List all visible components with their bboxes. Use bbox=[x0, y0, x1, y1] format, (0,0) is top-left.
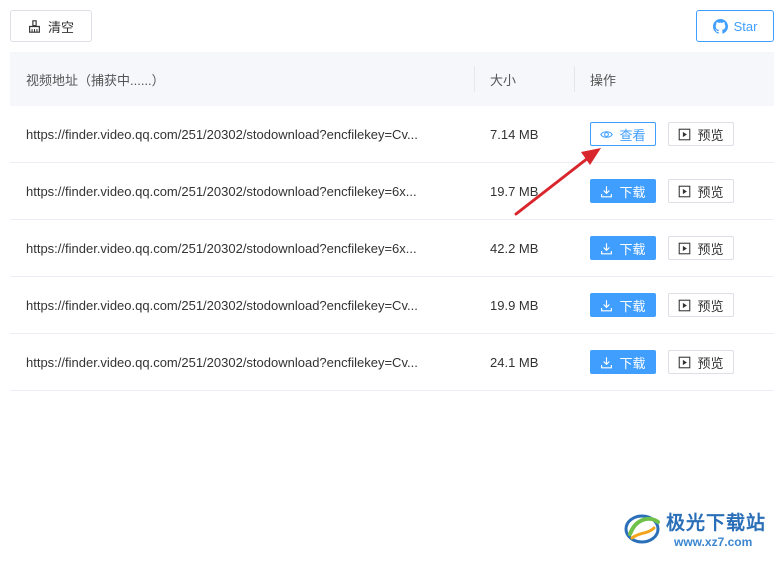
row-actions: 下载 预览 bbox=[574, 350, 774, 374]
table-header: 视频地址（捕获中......） 大小 操作 bbox=[10, 52, 774, 106]
table-row: https://finder.video.qq.com/251/20302/st… bbox=[10, 163, 774, 220]
play-square-icon bbox=[679, 185, 691, 197]
download-button-label: 下载 bbox=[619, 355, 646, 371]
preview-button-label: 预览 bbox=[697, 184, 724, 200]
download-button-label: 下载 bbox=[619, 241, 646, 257]
aurora-logo-icon bbox=[624, 514, 660, 544]
header-size: 大小 bbox=[474, 52, 574, 106]
row-actions: 查看 预览 bbox=[574, 122, 774, 146]
download-button[interactable]: 下载 bbox=[590, 236, 656, 260]
row-size: 19.7 MB bbox=[490, 183, 539, 199]
download-icon bbox=[601, 356, 613, 368]
site-watermark: 极光下载站 www.xz7.com bbox=[618, 504, 778, 556]
preview-button[interactable]: 预览 bbox=[668, 122, 734, 146]
eye-icon bbox=[600, 130, 614, 138]
download-button-label: 下载 bbox=[619, 298, 646, 314]
preview-button[interactable]: 预览 bbox=[668, 236, 734, 260]
preview-button-label: 预览 bbox=[697, 241, 724, 257]
star-button-label: Star bbox=[733, 18, 758, 34]
github-icon bbox=[712, 18, 728, 34]
preview-button[interactable]: 预览 bbox=[668, 179, 734, 203]
row-url: https://finder.video.qq.com/251/20302/st… bbox=[26, 240, 417, 256]
row-size: 7.14 MB bbox=[490, 126, 539, 142]
row-size: 42.2 MB bbox=[490, 240, 539, 256]
clear-button-label: 清空 bbox=[47, 19, 74, 35]
github-star-button[interactable]: Star bbox=[696, 10, 774, 42]
table-row: https://finder.video.qq.com/251/20302/st… bbox=[10, 277, 774, 334]
row-size: 19.9 MB bbox=[490, 297, 539, 313]
row-url: https://finder.video.qq.com/251/20302/st… bbox=[26, 354, 418, 370]
clear-button[interactable]: 清空 bbox=[10, 10, 92, 42]
row-size: 24.1 MB bbox=[490, 354, 539, 370]
header-actions: 操作 bbox=[574, 52, 774, 106]
row-actions: 下载 预览 bbox=[574, 293, 774, 317]
download-button[interactable]: 下载 bbox=[590, 179, 656, 203]
download-button[interactable]: 下载 bbox=[590, 293, 656, 317]
watermark-title: 极光下载站 bbox=[666, 513, 767, 534]
row-url: https://finder.video.qq.com/251/20302/st… bbox=[26, 126, 418, 142]
preview-button[interactable]: 预览 bbox=[668, 350, 734, 374]
preview-button-label: 预览 bbox=[697, 355, 724, 371]
download-icon bbox=[601, 242, 613, 254]
preview-button-label: 预览 bbox=[697, 127, 724, 143]
capture-table: 视频地址（捕获中......） 大小 操作 https://finder.vid… bbox=[10, 52, 774, 391]
preview-button-label: 预览 bbox=[697, 298, 724, 314]
play-square-icon bbox=[679, 128, 691, 140]
play-square-icon bbox=[679, 242, 691, 254]
view-button-label: 查看 bbox=[619, 127, 646, 143]
download-icon bbox=[601, 299, 613, 311]
table-row: https://finder.video.qq.com/251/20302/st… bbox=[10, 220, 774, 277]
header-url: 视频地址（捕获中......） bbox=[26, 72, 165, 88]
row-url: https://finder.video.qq.com/251/20302/st… bbox=[26, 183, 417, 199]
row-url: https://finder.video.qq.com/251/20302/st… bbox=[26, 297, 418, 313]
broom-icon bbox=[29, 19, 40, 33]
download-button[interactable]: 下载 bbox=[590, 350, 656, 374]
table-row: https://finder.video.qq.com/251/20302/st… bbox=[10, 334, 774, 391]
view-button[interactable]: 查看 bbox=[590, 122, 656, 146]
play-square-icon bbox=[679, 356, 691, 368]
row-actions: 下载 预览 bbox=[574, 236, 774, 260]
row-actions: 下载 预览 bbox=[574, 179, 774, 203]
preview-button[interactable]: 预览 bbox=[668, 293, 734, 317]
table-row: https://finder.video.qq.com/251/20302/st… bbox=[10, 106, 774, 163]
download-icon bbox=[601, 185, 613, 197]
watermark-url: www.xz7.com bbox=[674, 535, 753, 549]
play-square-icon bbox=[679, 299, 691, 311]
download-button-label: 下载 bbox=[619, 184, 646, 200]
